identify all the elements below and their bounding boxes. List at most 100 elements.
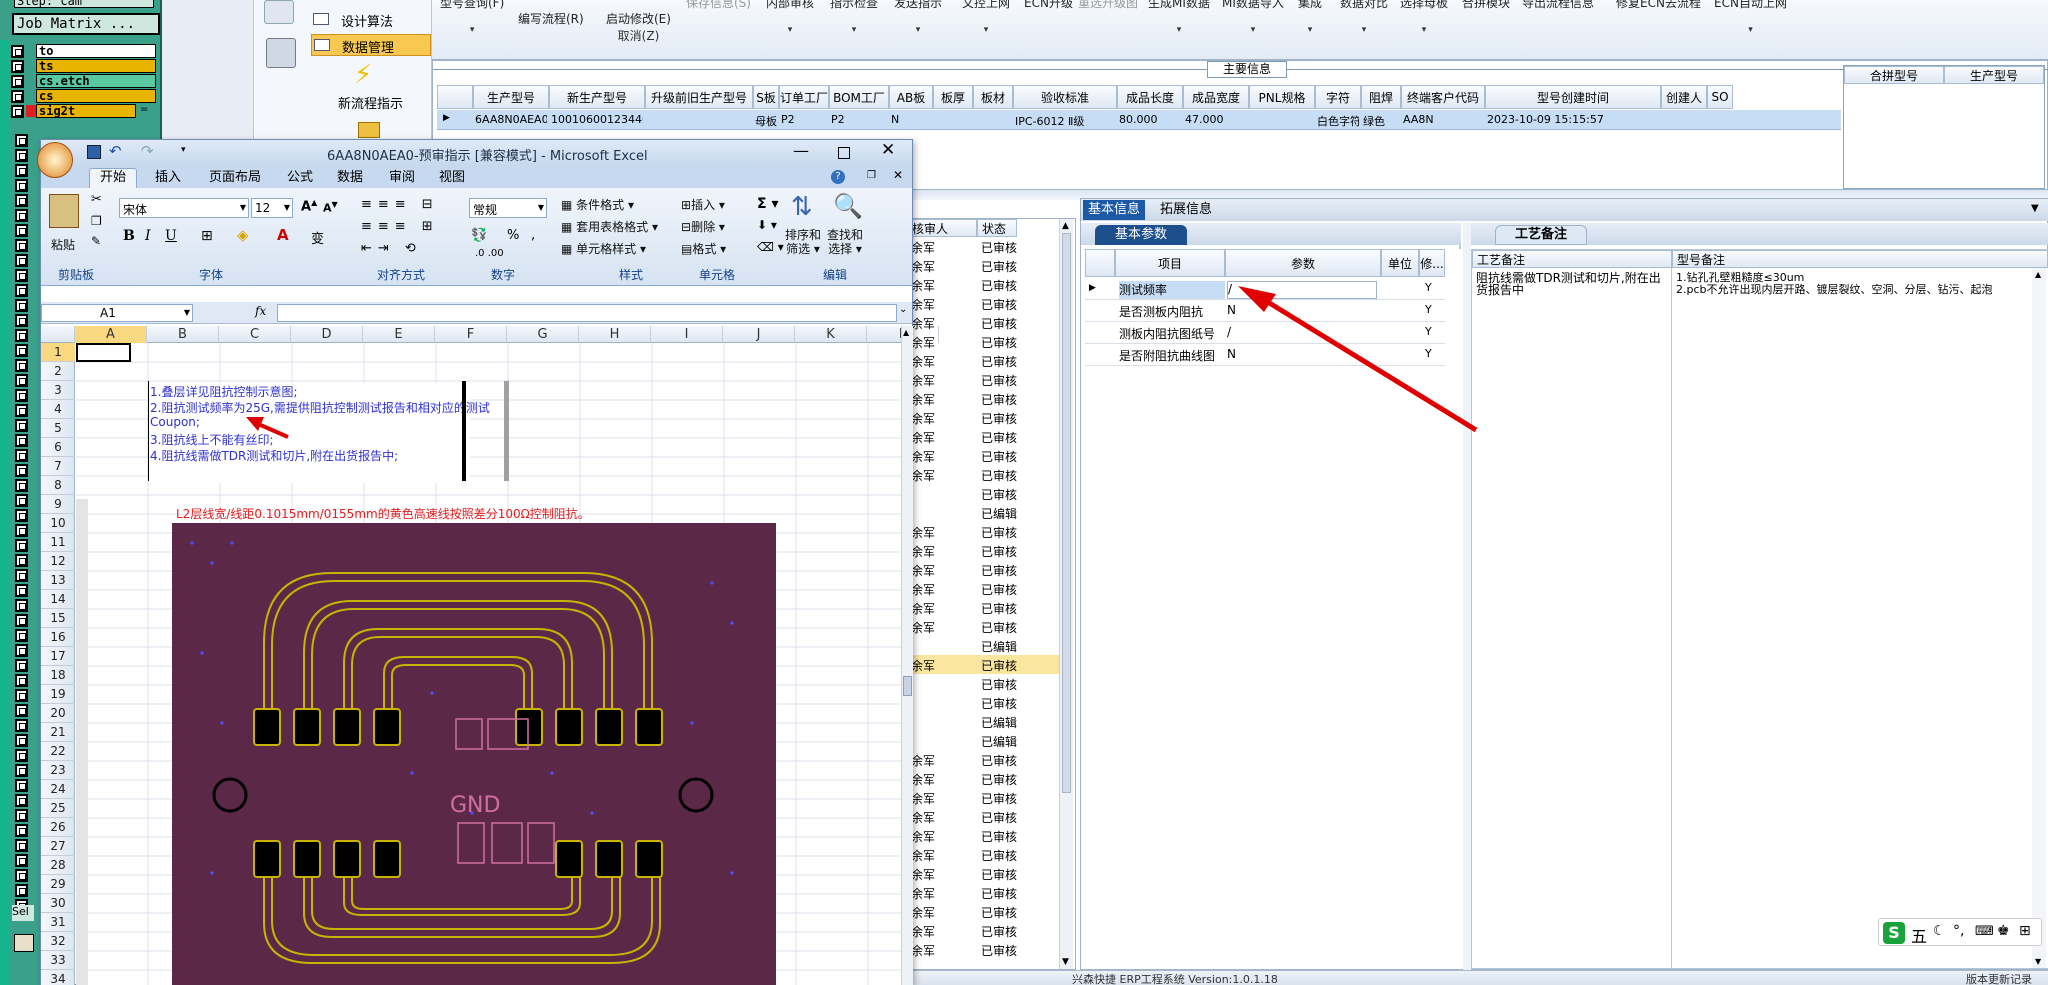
layer-checkbox[interactable] [15,554,28,567]
layer-checkbox[interactable] [15,689,28,702]
column-header[interactable]: H [579,326,651,343]
conditional-format-button[interactable]: ▦ 条件格式 ▾ [561,196,634,213]
restore-icon[interactable]: ❐ [867,170,876,181]
row-header[interactable]: 32 [41,932,75,951]
param-col-header[interactable]: 单位 [1381,249,1419,277]
column-header[interactable]: K [795,326,867,343]
tab-extended-info[interactable]: 拓展信息 [1151,200,1221,220]
column-header[interactable]: E [363,326,435,343]
audit-row[interactable]: 余军 已审核 [907,579,1067,598]
column-header[interactable]: D [291,326,363,343]
sheet-area[interactable]: 1.叠层详见阻抗控制示意图; 2.阻抗测试频率为25G,需提供阻抗控制测试报告和相… [76,343,901,985]
row-header[interactable]: 5 [41,419,75,438]
row-header[interactable]: 30 [41,894,75,913]
cursor-tool-icon[interactable] [14,934,34,952]
audit-row[interactable]: 余军 已审核 [907,864,1067,883]
help-icon[interactable]: ? [831,170,845,184]
layer-checkbox[interactable] [15,764,28,777]
audit-row[interactable]: 余军 已审核 [907,446,1067,465]
main-col-header[interactable]: 升级前旧生产型号 [645,85,753,109]
main-cell[interactable]: AA8N [1403,113,1483,129]
sort-filter-icon[interactable]: ⇅ [791,192,813,222]
redo-icon[interactable]: ↷ [141,142,154,160]
layer-checkbox[interactable] [15,704,28,717]
font-name-select[interactable]: 宋体 ▼ [119,198,249,218]
layer-checkbox[interactable] [15,224,28,237]
layer-checkbox[interactable] [15,194,28,207]
layer-checkbox[interactable] [15,179,28,192]
layer-row[interactable]: to [10,44,160,58]
row-header[interactable]: 4 [41,400,75,419]
row-header[interactable]: 16 [41,628,75,647]
toolbar-button[interactable]: 选择母板 ▾ [1400,0,1448,44]
layer-checkbox[interactable] [11,75,24,88]
audit-row[interactable]: 余军 已审核 [907,256,1067,275]
layer-checkbox[interactable] [15,149,28,162]
layer-checkbox[interactable] [15,164,28,177]
audit-row[interactable]: 余军 已审核 [907,522,1067,541]
scroll-up-icon[interactable]: ▲ [2035,270,2041,279]
toolbar-button[interactable]: 保存信息(S) [686,0,751,44]
select-all-corner[interactable] [41,326,75,343]
sub-tab-craft-notes[interactable]: 工艺备注 [1495,225,1587,245]
main-cell[interactable] [1663,113,1705,129]
main-cell[interactable]: 母板 [755,113,777,129]
row-header[interactable]: 22 [41,742,75,761]
layer-checkbox[interactable] [15,404,28,417]
layer-checkbox[interactable] [15,269,28,282]
formula-input[interactable] [277,304,897,322]
main-col-header[interactable]: S板 [753,85,779,109]
shrink-font-icon[interactable]: A▼ [323,200,338,215]
underline-icon[interactable]: U [165,228,177,244]
row-header[interactable]: 15 [41,609,75,628]
toolbar-button[interactable]: 导出流程信息 [1522,0,1594,44]
phonetic-icon[interactable]: 变 [311,228,324,247]
main-cell[interactable]: 绿色 [1363,113,1399,129]
toolbar-button[interactable]: 指示检查 ▾ [830,0,878,44]
audit-row[interactable]: 余军 已审核 [907,541,1067,560]
audit-row[interactable]: 余军 已审核 [907,940,1067,959]
copy-icon[interactable]: ❐ [91,214,102,228]
office-button[interactable] [37,142,73,178]
main-col-header[interactable]: 生产型号 [473,85,549,109]
main-col-header[interactable]: 新生产型号 [549,85,645,109]
ribbon-tab[interactable]: 审阅 [379,169,425,187]
audit-row[interactable]: 已审核 [907,484,1067,503]
insert-cells-button[interactable]: ⊞插入 ▾ [681,196,725,213]
skin-icon[interactable]: ♚ [1997,923,2010,939]
row-header[interactable]: 27 [41,837,75,856]
layer-name[interactable]: sig2t [36,104,136,118]
cell-style-button[interactable]: ▦ 单元格样式 ▾ [561,240,646,257]
layer-checkbox[interactable] [15,464,28,477]
ribbon-tab[interactable]: 插入 [145,169,191,187]
expand-formula-icon[interactable]: ⌄ [899,304,907,315]
moon-icon[interactable]: ☾ [1933,923,1946,939]
main-col-header[interactable]: 创建人 [1661,85,1707,109]
row-header[interactable]: 13 [41,571,75,590]
layer-checkbox[interactable] [15,374,28,387]
toolbar-button[interactable]: ECN升级 [1024,0,1073,44]
row-header[interactable]: 2 [41,362,75,381]
main-cell[interactable]: 10010600123446 [551,113,643,129]
sheet-scrollbar[interactable]: ▲ [901,326,913,985]
audit-row[interactable]: 余军 已审核 [907,788,1067,807]
row-header[interactable]: 26 [41,818,75,837]
layer-checkbox[interactable] [15,644,28,657]
toolbar-button[interactable]: 内部审核 ▾ [766,0,814,44]
grow-font-icon[interactable]: A▲ [301,198,317,214]
find-select-icon[interactable]: 🔍 [833,192,863,220]
scroll-up-icon[interactable]: ▲ [903,328,909,337]
row-header[interactable]: 29 [41,875,75,894]
audit-row[interactable]: 余军 已审核 [907,769,1067,788]
row-header[interactable]: 25 [41,799,75,818]
active-cell[interactable] [76,343,131,362]
layer-checkbox[interactable] [15,479,28,492]
layer-checkbox[interactable] [15,344,28,357]
cut-icon[interactable]: ✂ [91,192,102,207]
delete-cells-button[interactable]: ⊟删除 ▾ [681,218,725,235]
param-col-header[interactable]: 项目 [1115,249,1225,277]
panel-menu-icon[interactable]: ▼ [2031,203,2039,214]
main-col-header[interactable]: 型号创建时间 [1485,85,1661,109]
column-header[interactable]: J [723,326,795,343]
main-col-header[interactable]: 成品长度 [1117,85,1183,109]
